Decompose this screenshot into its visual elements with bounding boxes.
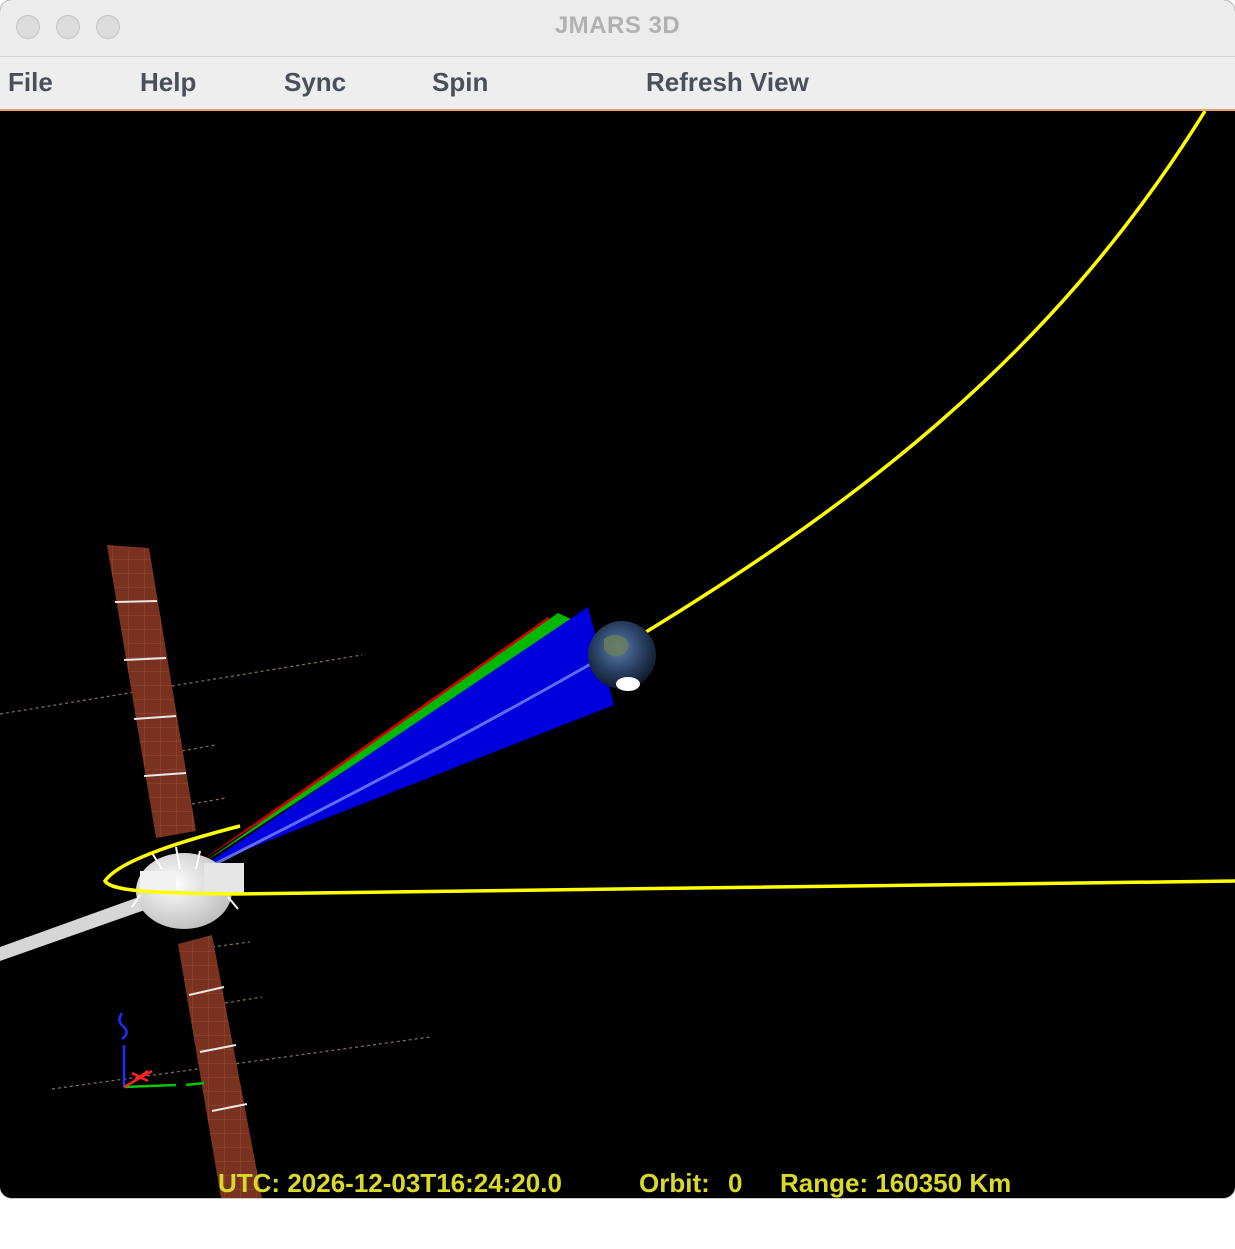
- orbit-label: Orbit:: [639, 1168, 710, 1198]
- fov-cones: [198, 607, 614, 871]
- title-bar: JMARS 3D: [0, 0, 1235, 57]
- menu-bar: File Help Sync Spin Refresh View: [0, 57, 1235, 111]
- jmars-3d-window: JMARS 3D File Help Sync Spin Refresh Vie…: [0, 0, 1235, 1198]
- menu-spin[interactable]: Spin: [432, 67, 488, 98]
- scene-canvas: [0, 111, 1235, 1198]
- orbit-value: 0: [728, 1168, 743, 1198]
- trajectory-path: [102, 111, 1235, 896]
- menu-sync[interactable]: Sync: [284, 67, 346, 98]
- solar-array-lower: [178, 935, 262, 1198]
- xyz-axes-gizmo: [118, 1012, 205, 1089]
- window-title: JMARS 3D: [554, 12, 681, 39]
- utc-readout: UTC: 2026-12-03T16:24:20.0: [218, 1168, 562, 1198]
- menu-help[interactable]: Help: [140, 67, 196, 98]
- 3d-viewport[interactable]: [0, 111, 1235, 1198]
- solar-array-upper: [107, 545, 196, 838]
- spacecraft-boom: [0, 893, 156, 961]
- menu-refresh-view[interactable]: Refresh View: [646, 67, 809, 98]
- menu-file[interactable]: File: [8, 67, 53, 98]
- range-readout: Range: 160350 Km: [780, 1168, 1012, 1198]
